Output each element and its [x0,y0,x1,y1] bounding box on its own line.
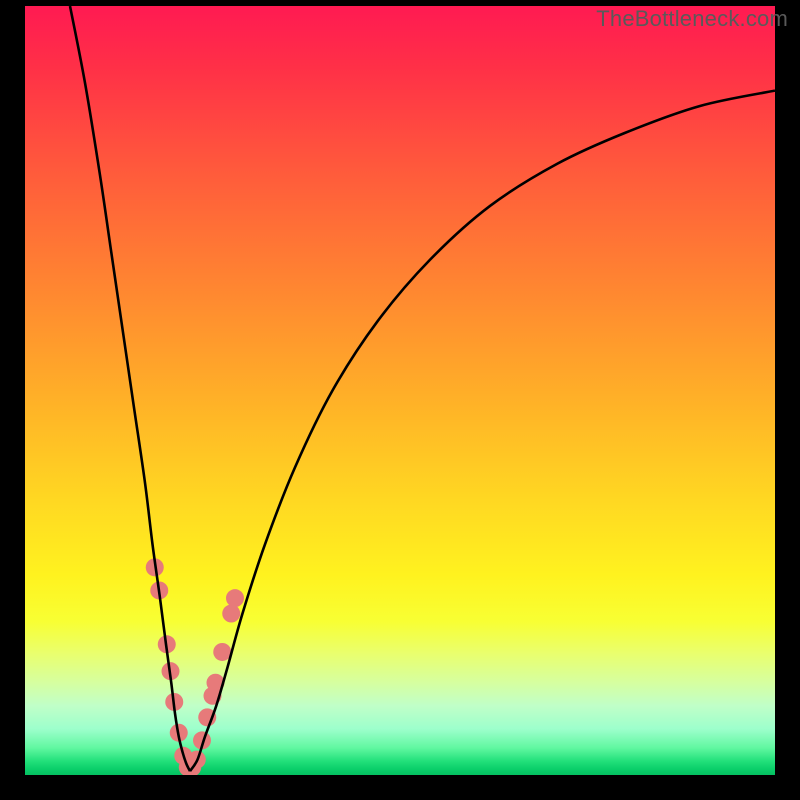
chart-frame: TheBottleneck.com [0,0,800,800]
watermark-text: TheBottleneck.com [596,6,788,32]
plot-area [25,6,775,775]
curve-layer [25,6,775,775]
highlight-dot [213,643,231,661]
highlight-dots [146,558,244,775]
left-curve [70,6,190,771]
right-curve [190,91,775,772]
highlight-dot [222,605,240,623]
highlight-dot [226,589,244,607]
